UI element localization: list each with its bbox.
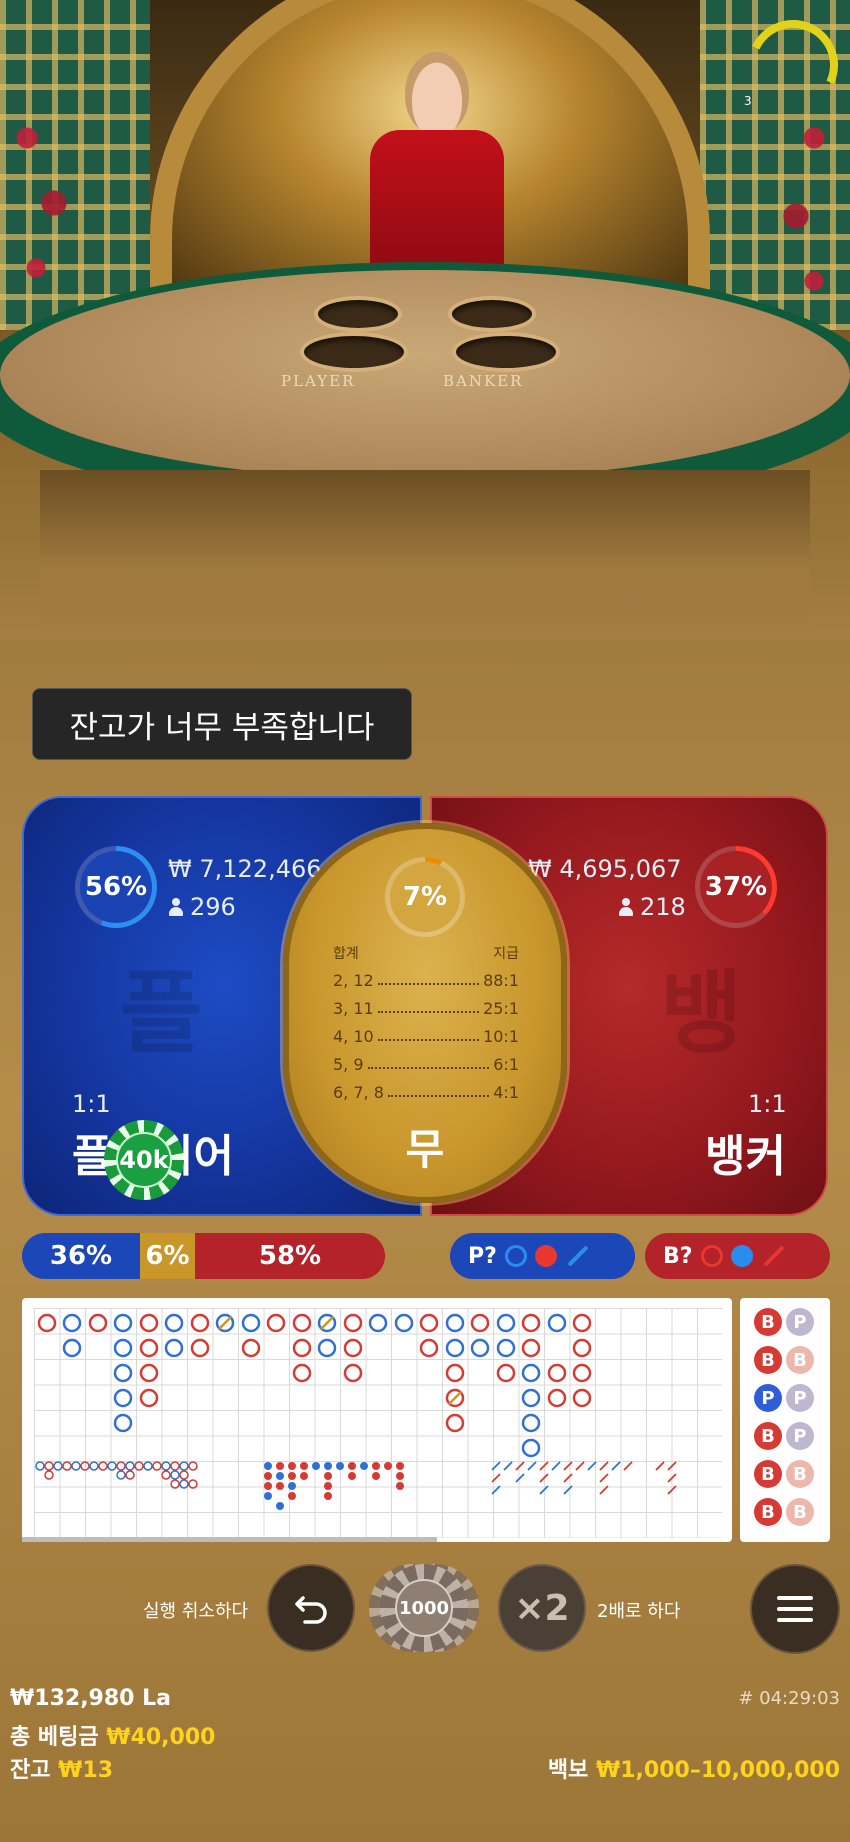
- bead-banker: B: [786, 1346, 814, 1374]
- bead-plate[interactable]: BPBBPPBPBBBB: [740, 1298, 830, 1542]
- placed-chip: 40k: [104, 1120, 184, 1200]
- player-percent-ring: 56%: [75, 846, 157, 928]
- card-slot: [300, 332, 408, 372]
- banker-ask-button[interactable]: B?: [645, 1233, 830, 1279]
- double-label: 2배로 하다: [597, 1601, 681, 1622]
- blue-dot-icon: [730, 1245, 753, 1267]
- tie-percent: 7%: [402, 882, 448, 912]
- undo-label: 실행 취소하다: [143, 1601, 249, 1622]
- bead-banker: B: [754, 1460, 782, 1488]
- banker-percent: 37%: [704, 872, 768, 902]
- paytable-row: 5, 9 6:1: [333, 1055, 519, 1074]
- result-ratio-bar: 36% 6% 58%: [22, 1233, 385, 1279]
- total-bet: 총 베팅금 ₩40,000: [10, 1719, 215, 1751]
- card-slot: [314, 296, 402, 332]
- dealer: [405, 52, 469, 134]
- player-count: 296: [168, 893, 236, 921]
- double-icon: ×2: [514, 1587, 570, 1629]
- total-bet-value: ₩40,000: [106, 1725, 216, 1750]
- menu-button[interactable]: [750, 1564, 840, 1654]
- banker-count-value: 218: [640, 893, 686, 921]
- paytable-header-total: 합계: [333, 946, 359, 962]
- undo-icon: [295, 1596, 327, 1624]
- bead-player: P: [786, 1422, 814, 1450]
- paytable-row: 3, 11 25:1: [333, 999, 519, 1018]
- bead-banker: B: [754, 1498, 782, 1526]
- dealer-body: [370, 130, 504, 280]
- roadmap-marks: [35, 1313, 677, 1510]
- paytable-row: 2, 12 88:1: [333, 971, 519, 990]
- bet-limits: 백보 ₩1,000–10,000,000: [548, 1752, 840, 1784]
- double-button[interactable]: ×2: [498, 1564, 586, 1652]
- bead-banker: B: [754, 1346, 782, 1374]
- blue-ring-icon: [504, 1245, 527, 1267]
- table-base: [40, 470, 810, 640]
- bead-banker: B: [754, 1422, 782, 1450]
- red-slash-icon: [762, 1245, 785, 1267]
- bead-banker: B: [786, 1460, 814, 1488]
- player-percent: 56%: [84, 872, 148, 902]
- bead-banker: B: [754, 1308, 782, 1336]
- paytable-row: 6, 7, 8 4:1: [333, 1083, 519, 1102]
- blue-slash-icon: [567, 1245, 589, 1267]
- ratio-banker: 58%: [195, 1233, 385, 1279]
- card-slot: [452, 332, 560, 372]
- player-payout: 1:1: [72, 1090, 111, 1118]
- table-label-player: PLAYER: [281, 372, 356, 390]
- scoreboard-roadmap[interactable]: [22, 1298, 732, 1542]
- red-ring-icon: [700, 1245, 723, 1267]
- paytable-header-pay: 지급: [493, 946, 519, 962]
- hamburger-menu-icon: [777, 1596, 813, 1622]
- banker-count: 218: [618, 893, 686, 921]
- player-bet-amount: ₩ 7,122,466: [168, 855, 322, 883]
- player-count-value: 296: [190, 893, 236, 921]
- chip-selector[interactable]: 1000: [369, 1564, 479, 1652]
- tie-paytable: 합계 지급 2, 12 88:1 3, 11 25:1 4, 10 10:1 5, 96…: [333, 943, 519, 1111]
- balance: 잔고 ₩13: [10, 1752, 113, 1784]
- balance-line: ₩132,980 La: [10, 1686, 171, 1711]
- card-slot: [448, 296, 536, 332]
- live-video: PLAYER BANKER 3: [0, 0, 850, 640]
- banker-watermark: 뱅: [660, 961, 743, 1066]
- player-ask-label: P?: [468, 1243, 497, 1269]
- red-dot-icon: [534, 1245, 557, 1267]
- person-icon: [618, 898, 634, 916]
- bet-limits-label: 백보: [547, 1758, 589, 1783]
- banker-percent-ring: 37%: [695, 846, 777, 928]
- banker-ask-label: B?: [663, 1243, 693, 1269]
- undo-button[interactable]: [267, 1564, 355, 1652]
- paytable-row: 4, 10 10:1: [333, 1027, 519, 1046]
- table-felt: [0, 270, 850, 480]
- insufficient-balance-toast: 잔고가 너무 부족합니다: [32, 688, 412, 760]
- timer-value: 3: [744, 94, 752, 108]
- bead-banker: B: [786, 1498, 814, 1526]
- selected-chip-value: 1000: [395, 1579, 453, 1637]
- banker-payout: 1:1: [748, 1090, 787, 1118]
- ratio-player: 36%: [22, 1233, 140, 1279]
- bead-player: P: [786, 1384, 814, 1412]
- round-id: # 04:29:03: [738, 1688, 840, 1709]
- person-icon: [168, 898, 184, 916]
- bead-player: P: [754, 1384, 782, 1412]
- balance-label: 잔고: [10, 1758, 51, 1783]
- player-watermark: 플: [120, 961, 203, 1066]
- total-bet-label: 총 베팅금: [10, 1725, 99, 1750]
- player-ask-button[interactable]: P?: [450, 1233, 635, 1279]
- selected-chip[interactable]: 1000: [380, 1564, 468, 1652]
- ratio-tie: 6%: [140, 1233, 195, 1279]
- banker-bet-amount: ₩ 4,695,067: [528, 855, 682, 883]
- bet-limits-value: ₩1,000–10,000,000: [595, 1758, 840, 1783]
- bead-player: P: [786, 1308, 814, 1336]
- tie-percent-ring: 7%: [385, 857, 465, 937]
- decor-blossom-left: [0, 60, 90, 320]
- roadmap-scrollbar[interactable]: [22, 1537, 437, 1542]
- table-label-banker: BANKER: [443, 372, 524, 390]
- placed-chip-value: 40k: [116, 1132, 172, 1188]
- balance-value: ₩13: [58, 1758, 114, 1783]
